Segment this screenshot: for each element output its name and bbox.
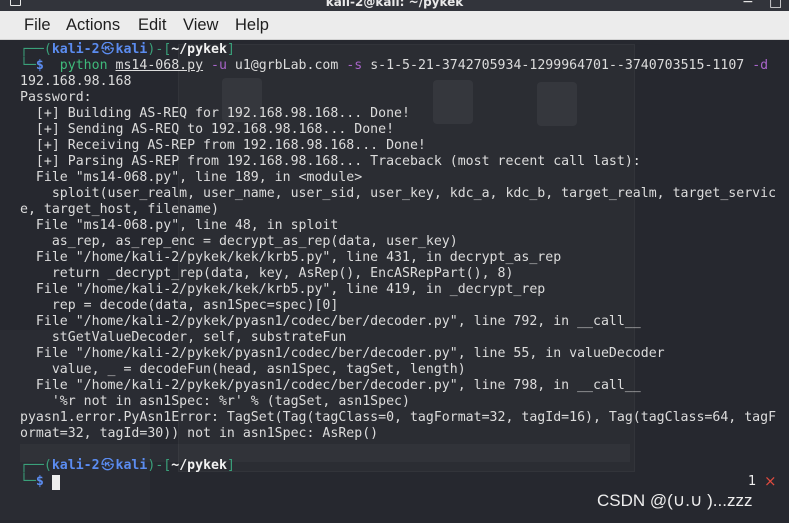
command-script: ms14-068.py — [115, 58, 204, 73]
output-line: sploit(user_realm, user_name, user_sid, … — [20, 186, 777, 201]
menu-actions[interactable]: Actions — [66, 11, 120, 39]
prompt-path: ~/pykek — [171, 42, 227, 57]
prompt-user: kali-2 — [51, 42, 100, 57]
prompt-user: kali-2 — [51, 458, 100, 473]
prompt-header-line: ┌──( kali-2 ㉿ kali )-[ ~/pykek ] — [20, 458, 782, 474]
output-line: as_rep, as_rep_enc = decrypt_as_rep(data… — [20, 234, 458, 249]
command-line: └─ $ python ms14-068.py -u u1@grbLab.com… — [20, 58, 782, 74]
output-line: ormat=32, tagId=30)) not in asn1Spec: As… — [20, 426, 379, 441]
menu-edit[interactable]: Edit — [138, 11, 166, 39]
watermark: CSDN @(∪.∪ )...zzz — [597, 491, 753, 510]
command-user: u1@grbLab.com — [234, 58, 339, 73]
output-line: pyasn1.error.PyAsn1Error: TagSet(Tag(tag… — [20, 410, 777, 425]
close-icon[interactable]: × — [764, 473, 777, 489]
terminal-output: ┌──( kali-2 ㉿ kali )-[ ~/pykek ] └─ $ py… — [20, 42, 782, 490]
maximize-button[interactable]: □ — [769, 0, 782, 10]
output-line: [+] Sending AS-REQ to 192.168.98.168... … — [20, 122, 395, 137]
output-line: e, target_host, filename) — [20, 202, 219, 217]
command-program: python — [59, 58, 108, 73]
output-line: File "ms14-068.py", line 48, in sploit — [20, 218, 339, 233]
command-dc-wrapped: 192.168.98.168 — [20, 74, 132, 89]
command-sid-flag: -s — [346, 58, 363, 73]
output-line: return _decrypt_rep(data, key, AsRep(), … — [20, 266, 514, 281]
prompt-frame-open: ┌──( — [20, 42, 52, 57]
output-line: File "/home/kali-2/pykek/kek/krb5.py", l… — [20, 250, 562, 265]
input-line[interactable]: └─ $ — [20, 474, 782, 490]
output-line: [+] Parsing AS-REP from 192.168.98.168..… — [20, 154, 641, 169]
output-line: File "/home/kali-2/pykek/pyasn1/codec/be… — [20, 314, 641, 329]
output-line: Password: — [20, 90, 92, 105]
prompt-frame-mid: )-[ — [147, 458, 172, 473]
prompt-frame-bottom: └─ — [20, 474, 36, 489]
prompt-frame-mid: )-[ — [147, 42, 172, 57]
output-line: stGetValueDecoder, self, substrateFun — [20, 330, 347, 345]
window-title: kali-2@kali: ~/pykek — [325, 0, 464, 9]
terminal-window: kali-2@kali: ~/pykek − □ File Actions Ed… — [0, 0, 789, 523]
output-line: '%r not in asn1Spec: %r' % (tagSet, asn1… — [20, 394, 410, 409]
output-line: File "/home/kali-2/pykek/pyasn1/codec/be… — [20, 346, 665, 361]
prompt-frame-open: ┌──( — [20, 458, 52, 473]
badge-count: 1 — [748, 474, 757, 489]
command-sid: s-1-5-21-3742705934-1299964701--37407035… — [370, 58, 745, 73]
menu-file[interactable]: File — [24, 11, 51, 39]
menu-bar: File Actions Edit View Help — [0, 11, 789, 40]
output-line: File "ms14-068.py", line 189, in <module… — [20, 170, 363, 185]
prompt-frame-close: ] — [226, 458, 235, 473]
terminal-area[interactable]: ┌──( kali-2 ㉿ kali )-[ ~/pykek ] └─ $ py… — [0, 40, 789, 523]
command-user-flag: -u — [211, 58, 227, 73]
prompt-frame-bottom: └─ — [20, 58, 36, 73]
title-bar: kali-2@kali: ~/pykek − □ — [0, 0, 789, 11]
prompt-host: kali — [115, 458, 148, 473]
output-line: File "/home/kali-2/pykek/kek/krb5.py", l… — [20, 282, 546, 297]
output-line: [+] Building AS-REQ for 192.168.98.168..… — [20, 106, 410, 121]
output-line: [+] Receiving AS-REP from 192.168.98.168… — [20, 138, 426, 153]
terminal-cursor — [51, 474, 60, 490]
output-line: value, _ = decodeFun(head, asn1Spec, tag… — [20, 362, 466, 377]
prompt-host: kali — [115, 42, 148, 57]
prompt-header-line: ┌──( kali-2 ㉿ kali )-[ ~/pykek ] — [20, 42, 782, 58]
prompt-symbol: $ — [35, 474, 44, 489]
menu-view[interactable]: View — [183, 11, 218, 39]
prompt-path: ~/pykek — [171, 458, 227, 473]
minimize-button[interactable]: − — [742, 0, 754, 10]
prompt-separator: ㉿ — [100, 458, 115, 473]
prompt-separator: ㉿ — [100, 42, 115, 57]
command-dc-flag: -d — [752, 58, 769, 73]
output-line: File "/home/kali-2/pykek/pyasn1/codec/be… — [20, 378, 641, 393]
prompt-symbol: $ — [35, 58, 44, 73]
prompt-frame-close: ] — [226, 42, 235, 57]
output-line: rep = decode(data, asn1Spec=spec)[0] — [20, 298, 339, 313]
menu-help[interactable]: Help — [235, 11, 269, 39]
